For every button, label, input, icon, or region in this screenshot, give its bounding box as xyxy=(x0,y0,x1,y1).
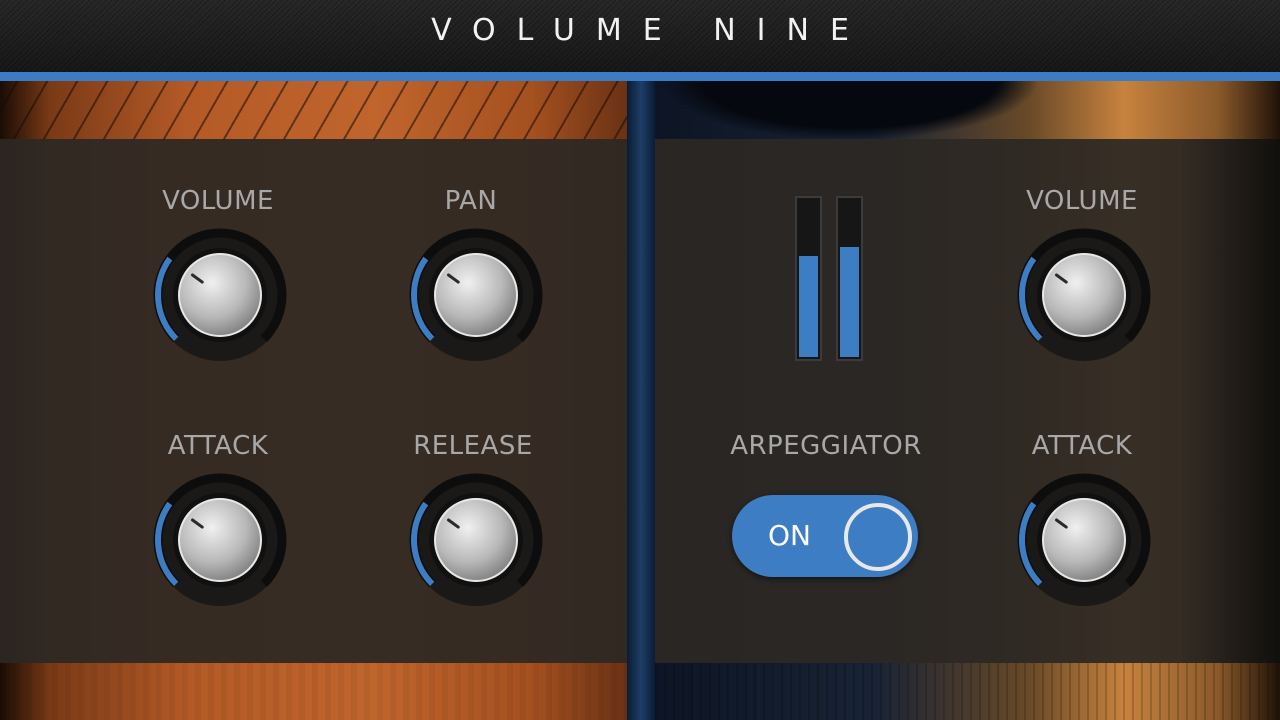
arpeggiator-label: ARPEGGIATOR xyxy=(730,431,922,461)
knob-graphic xyxy=(1017,473,1151,606)
wood-strip-right xyxy=(655,663,1280,720)
knob-graphic xyxy=(1017,228,1151,361)
volume-knob[interactable] xyxy=(150,225,290,365)
attack-label: ATTACK xyxy=(167,431,269,461)
toggle-state-text: ON xyxy=(768,519,811,552)
knob-cap xyxy=(178,253,262,337)
plugin-window: VOLUME NINE VOLUME PAN ATTACK RELEASE VO… xyxy=(0,0,1280,720)
pan-label: PAN xyxy=(444,186,498,216)
meter-fill-right xyxy=(840,246,859,357)
release-label: RELEASE xyxy=(413,431,533,461)
volume-knob-right[interactable] xyxy=(1014,225,1154,365)
meter-fill-left xyxy=(799,256,818,357)
level-meter-left xyxy=(795,196,822,361)
arpeggiator-toggle[interactable]: ON xyxy=(732,495,918,577)
pan-knob[interactable] xyxy=(406,225,546,365)
wood-strip-left xyxy=(0,663,627,720)
level-meter-right xyxy=(836,196,863,361)
release-knob[interactable] xyxy=(406,470,546,610)
knob-cap xyxy=(178,498,262,582)
volume-label: VOLUME xyxy=(162,186,274,216)
toggle-thumb xyxy=(844,503,912,571)
panel-edge-shadow xyxy=(1180,139,1280,663)
header-accent-bar xyxy=(0,72,1280,81)
attack-label-right: ATTACK xyxy=(1031,431,1133,461)
knob-graphic xyxy=(409,228,543,361)
attack-knob[interactable] xyxy=(150,470,290,610)
panel-divider xyxy=(627,81,655,720)
knob-cap xyxy=(434,253,518,337)
app-title: VOLUME NINE xyxy=(431,12,870,48)
soundhole-image xyxy=(660,81,1040,141)
guitar-strings-image xyxy=(0,81,627,141)
knob-cap xyxy=(1042,498,1126,582)
knob-graphic xyxy=(409,473,543,606)
knob-graphic xyxy=(153,473,287,606)
volume-label-right: VOLUME xyxy=(1026,186,1138,216)
knob-graphic xyxy=(153,228,287,361)
knob-cap xyxy=(1042,253,1126,337)
knob-cap xyxy=(434,498,518,582)
attack-knob-right[interactable] xyxy=(1014,470,1154,610)
